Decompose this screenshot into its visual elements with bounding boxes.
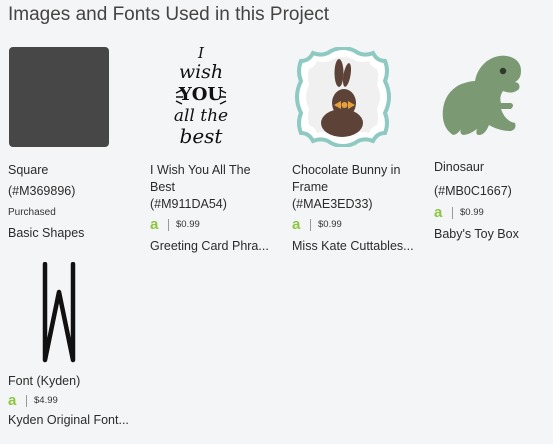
item-name: Chocolate Bunny in Frame xyxy=(292,163,401,194)
image-card-square[interactable]: Square (#M369896) Purchased Basic Shapes xyxy=(8,46,136,242)
dinosaur-image xyxy=(442,55,521,135)
square-image xyxy=(8,46,109,147)
item-name: Square xyxy=(8,163,49,177)
image-card-dinosaur[interactable]: Dinosaur (#MB0C1667) a $0.99 Baby's Toy … xyxy=(434,46,553,243)
item-price: $4.99 xyxy=(34,395,58,406)
square-thumbnail[interactable] xyxy=(8,46,109,147)
page-title: Images and Fonts Used in this Project xyxy=(8,4,330,25)
item-price: $0.99 xyxy=(176,219,200,230)
svg-text:wish: wish xyxy=(178,61,222,83)
price-row: a $0.99 xyxy=(434,204,553,221)
svg-text:YOU: YOU xyxy=(177,84,223,105)
wish-thumbnail[interactable]: I wish YOU all the best xyxy=(150,45,251,148)
price-row: a $0.99 xyxy=(150,216,278,233)
item-code: (#M369896) xyxy=(8,184,76,198)
font-thumbnail[interactable] xyxy=(8,261,109,363)
svg-text:all the: all the xyxy=(173,106,227,126)
font-w-image xyxy=(42,261,75,362)
bunny-thumbnail[interactable] xyxy=(292,46,393,147)
purchased-label: Purchased xyxy=(8,207,56,218)
divider xyxy=(168,218,169,231)
item-code: (#MB0C1667) xyxy=(434,184,512,198)
item-category[interactable]: Kyden Original Font... xyxy=(8,412,130,429)
dinosaur-thumbnail[interactable] xyxy=(434,46,535,147)
item-category[interactable]: Greeting Card Phra... xyxy=(150,238,272,255)
item-code: (#MAE3ED33) xyxy=(292,197,373,211)
price-row: a $0.99 xyxy=(292,216,420,233)
price-row: a $4.99 xyxy=(8,392,136,409)
item-category[interactable]: Baby's Toy Box xyxy=(434,226,553,243)
item-code: (#M911DA54) xyxy=(150,197,227,211)
item-category[interactable]: Miss Kate Cuttables... xyxy=(292,238,414,255)
cricut-access-icon: a xyxy=(434,204,443,221)
item-name: Dinosaur xyxy=(434,160,485,174)
item-name: I Wish You All The Best xyxy=(150,163,251,194)
item-name: Font (Kyden) xyxy=(8,374,81,388)
item-price: $0.99 xyxy=(318,219,342,230)
image-card-bunny[interactable]: Chocolate Bunny in Frame (#MAE3ED33) a $… xyxy=(292,46,420,255)
cricut-access-icon: a xyxy=(8,392,17,409)
divider xyxy=(310,218,311,231)
divider xyxy=(26,394,27,407)
item-price: $0.99 xyxy=(460,207,484,218)
svg-text:best: best xyxy=(179,124,223,148)
svg-text:I: I xyxy=(197,45,205,62)
item-category[interactable]: Basic Shapes xyxy=(8,225,130,242)
divider xyxy=(452,206,453,219)
font-card-kyden[interactable]: Font (Kyden) a $4.99 Kyden Original Font… xyxy=(8,261,136,429)
lettering-image: I wish YOU all the best xyxy=(173,45,227,148)
cricut-access-icon: a xyxy=(292,216,301,233)
cricut-access-icon: a xyxy=(150,216,159,233)
image-card-wish[interactable]: I wish YOU all the best I Wish You All T… xyxy=(150,45,278,255)
bunny-image xyxy=(294,46,391,147)
